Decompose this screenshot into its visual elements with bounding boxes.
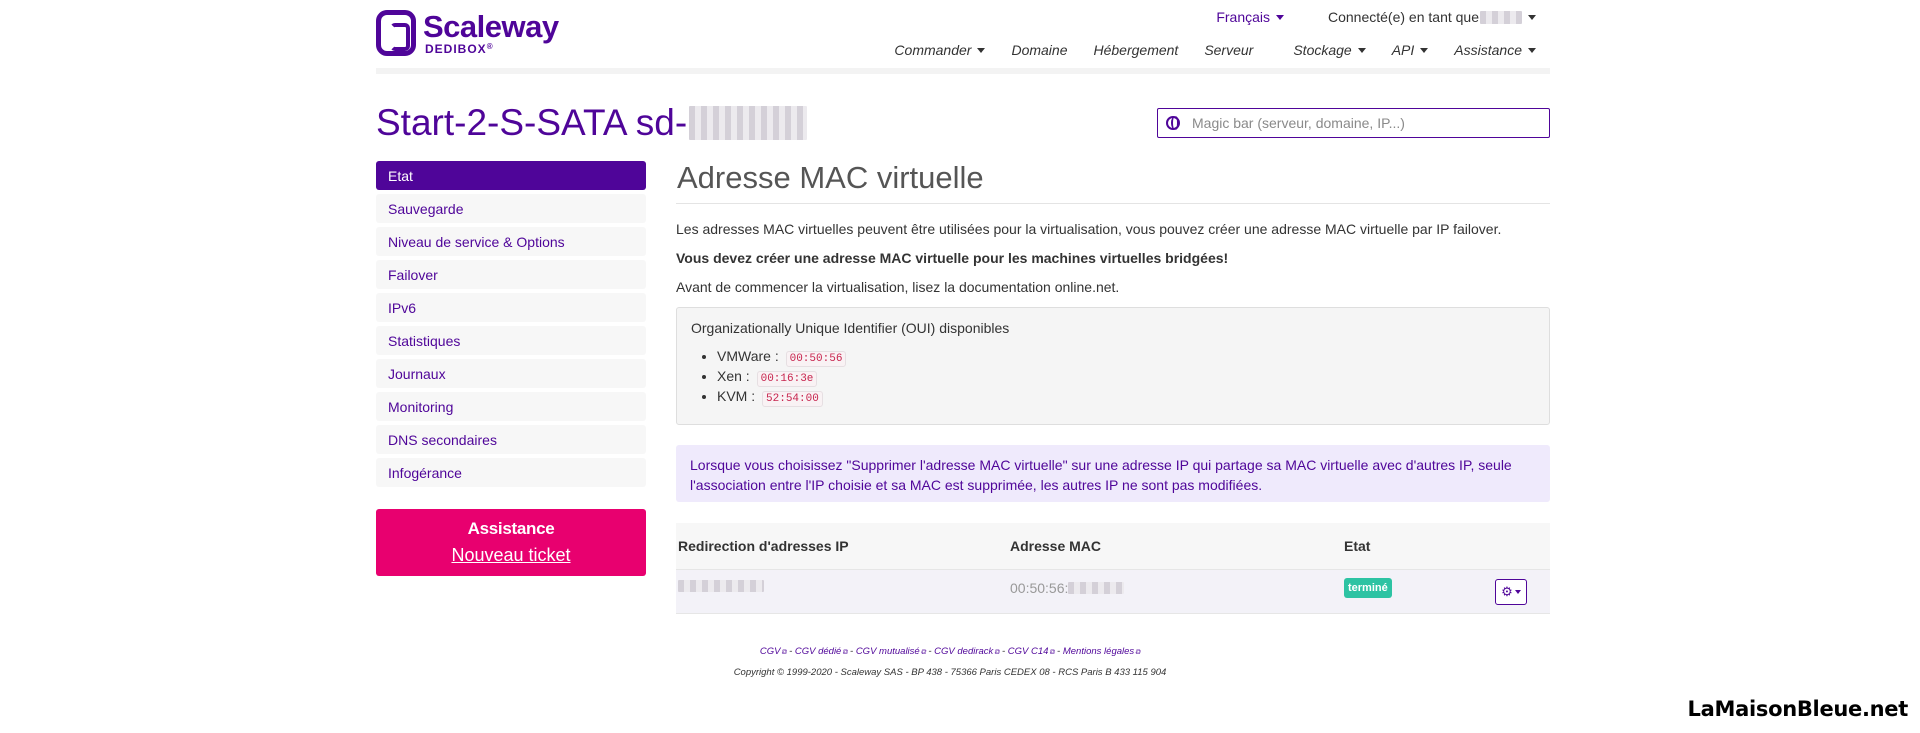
column-header-mac: Adresse MAC bbox=[1010, 538, 1102, 554]
external-link-icon: ⧉ bbox=[994, 649, 1000, 656]
sidebar-item-dns-secondaires[interactable]: DNS secondaires bbox=[376, 425, 646, 454]
oui-code: 00:16:3e bbox=[756, 371, 818, 387]
sidebar-item-statistiques[interactable]: Statistiques bbox=[376, 326, 646, 355]
external-link-icon: ⧉ bbox=[920, 649, 926, 656]
external-link-icon: ⧉ bbox=[781, 649, 787, 656]
footer-link-cgv-c14[interactable]: CGV C14 bbox=[1008, 646, 1049, 657]
redacted-mac bbox=[1068, 582, 1125, 594]
table-row: 00:50:56: terminé ⚙ bbox=[676, 570, 1550, 614]
user-dropdown[interactable]: Connecté(e) en tant que bbox=[1328, 9, 1536, 25]
main-nav: Commander Domaine Hébergement Serveur St… bbox=[894, 42, 1536, 58]
assistance-title: Assistance bbox=[467, 519, 555, 538]
language-dropdown[interactable]: Français bbox=[1216, 9, 1284, 25]
status-badge: terminé bbox=[1344, 578, 1392, 598]
watermark: LaMaisonBleue.net bbox=[1687, 697, 1909, 721]
top-nav: Français Connecté(e) en tant que bbox=[1216, 9, 1536, 25]
footer-link-mentions-legales[interactable]: Mentions légales bbox=[1063, 646, 1134, 657]
registered-mark: ® bbox=[486, 42, 494, 51]
new-ticket-link[interactable]: Nouveau ticket bbox=[451, 545, 570, 566]
sidebar-item-infogerance[interactable]: Infogérance bbox=[376, 458, 646, 487]
chevron-down-icon bbox=[1528, 47, 1536, 53]
column-header-ip: Redirection d'adresses IP bbox=[678, 538, 849, 554]
oui-list: VMWare : 00:50:56 Xen : 00:16:3e KVM : 5… bbox=[717, 346, 1535, 407]
external-link-icon: ⧉ bbox=[1049, 649, 1055, 656]
copyright-text: Copyright © 1999-2020 - Scaleway SAS - B… bbox=[733, 667, 1167, 678]
chevron-down-icon bbox=[1357, 47, 1366, 53]
warning-text: Vous devez créer une adresse MAC virtuel… bbox=[676, 250, 1229, 266]
intro-text: Les adresses MAC virtuelles peuvent être… bbox=[676, 221, 1502, 237]
sidebar: Etat Sauvegarde Niveau de service & Opti… bbox=[376, 161, 646, 491]
main-content: Adresse MAC virtuelle Les adresses MAC v… bbox=[676, 160, 1550, 614]
server-name: Start-2-S-SATA sd- bbox=[376, 102, 688, 143]
oui-code: 52:54:00 bbox=[762, 391, 823, 407]
nav-commander[interactable]: Commander bbox=[894, 42, 986, 58]
external-link-icon: ⧉ bbox=[1135, 649, 1141, 656]
list-item: KVM : 52:54:00 bbox=[717, 386, 1535, 407]
scaleway-logo-icon bbox=[376, 10, 416, 56]
info-alert: Lorsque vous choisissez "Supprimer l'adr… bbox=[676, 445, 1550, 502]
column-header-etat: Etat bbox=[1344, 538, 1371, 554]
footer-link-cgv-dedie[interactable]: CGV dédié bbox=[795, 646, 841, 657]
gear-icon: ⚙ bbox=[1501, 584, 1513, 599]
page-title: Start-2-S-SATA sd- bbox=[376, 102, 808, 144]
oui-code: 00:50:56 bbox=[785, 351, 847, 367]
magic-bar[interactable] bbox=[1157, 108, 1550, 138]
brand-sub: DEDIBOX bbox=[425, 42, 487, 56]
user-label: Connecté(e) en tant que bbox=[1328, 9, 1479, 25]
footer-link-cgv[interactable]: CGV bbox=[760, 646, 781, 657]
brand-name: Scaleway bbox=[423, 9, 559, 44]
list-item: Xen : 00:16:3e bbox=[717, 366, 1535, 387]
assistance-box: Assistance Nouveau ticket bbox=[376, 509, 646, 576]
chevron-down-icon bbox=[1276, 14, 1284, 20]
nav-api[interactable]: API bbox=[1392, 42, 1429, 58]
oui-title: Organizationally Unique Identifier (OUI)… bbox=[691, 320, 1010, 336]
magic-bar-input[interactable] bbox=[1192, 115, 1532, 131]
redacted-username bbox=[1480, 10, 1522, 24]
mac-table: Redirection d'adresses IP Adresse MAC Et… bbox=[676, 523, 1550, 614]
globe-icon bbox=[1166, 116, 1180, 130]
external-link-icon: ⧉ bbox=[842, 649, 848, 656]
list-item: VMWare : 00:50:56 bbox=[717, 346, 1535, 367]
chevron-down-icon bbox=[977, 47, 986, 53]
footer-links: CGV⧉ CGV dédié⧉ CGV mutualisé⧉ CGV dedir… bbox=[676, 646, 1224, 657]
footer-link-cgv-mutualise[interactable]: CGV mutualisé bbox=[856, 646, 920, 657]
nav-serveur[interactable]: Serveur bbox=[1204, 42, 1253, 58]
nav-domaine[interactable]: Domaine bbox=[1011, 42, 1067, 58]
sidebar-item-sauvegarde[interactable]: Sauvegarde bbox=[376, 194, 646, 223]
documentation-text: Avant de commencer la virtualisation, li… bbox=[676, 279, 1120, 295]
chevron-down-icon bbox=[1420, 47, 1429, 53]
oui-well: Organizationally Unique Identifier (OUI)… bbox=[676, 307, 1550, 425]
table-header: Redirection d'adresses IP Adresse MAC Et… bbox=[676, 523, 1550, 570]
mac-address: 00:50:56: bbox=[1010, 580, 1069, 596]
redacted-server-id bbox=[689, 106, 808, 140]
row-actions-button[interactable]: ⚙ bbox=[1495, 578, 1527, 605]
nav-hebergement[interactable]: Hébergement bbox=[1093, 42, 1178, 58]
section-heading: Adresse MAC virtuelle bbox=[676, 160, 1550, 204]
sidebar-item-failover[interactable]: Failover bbox=[376, 260, 646, 289]
sidebar-item-niveau-service[interactable]: Niveau de service & Options bbox=[376, 227, 646, 256]
footer: CGV⧉ CGV dédié⧉ CGV mutualisé⧉ CGV dedir… bbox=[676, 646, 1224, 678]
sidebar-item-etat[interactable]: Etat bbox=[376, 161, 646, 190]
sidebar-item-ipv6[interactable]: IPv6 bbox=[376, 293, 646, 322]
chevron-down-icon bbox=[1514, 589, 1521, 594]
nav-stockage[interactable]: Stockage bbox=[1293, 42, 1366, 58]
language-label: Français bbox=[1216, 9, 1270, 25]
sidebar-item-journaux[interactable]: Journaux bbox=[376, 359, 646, 388]
redacted-ip bbox=[678, 580, 764, 592]
header-divider bbox=[376, 68, 1550, 74]
footer-link-cgv-dedirack[interactable]: CGV dedirack bbox=[934, 646, 993, 657]
nav-assistance[interactable]: Assistance bbox=[1454, 42, 1536, 58]
sidebar-item-monitoring[interactable]: Monitoring bbox=[376, 392, 646, 421]
chevron-down-icon bbox=[1528, 14, 1536, 20]
scaleway-logo[interactable]: Scaleway DEDIBOX® bbox=[376, 10, 559, 56]
